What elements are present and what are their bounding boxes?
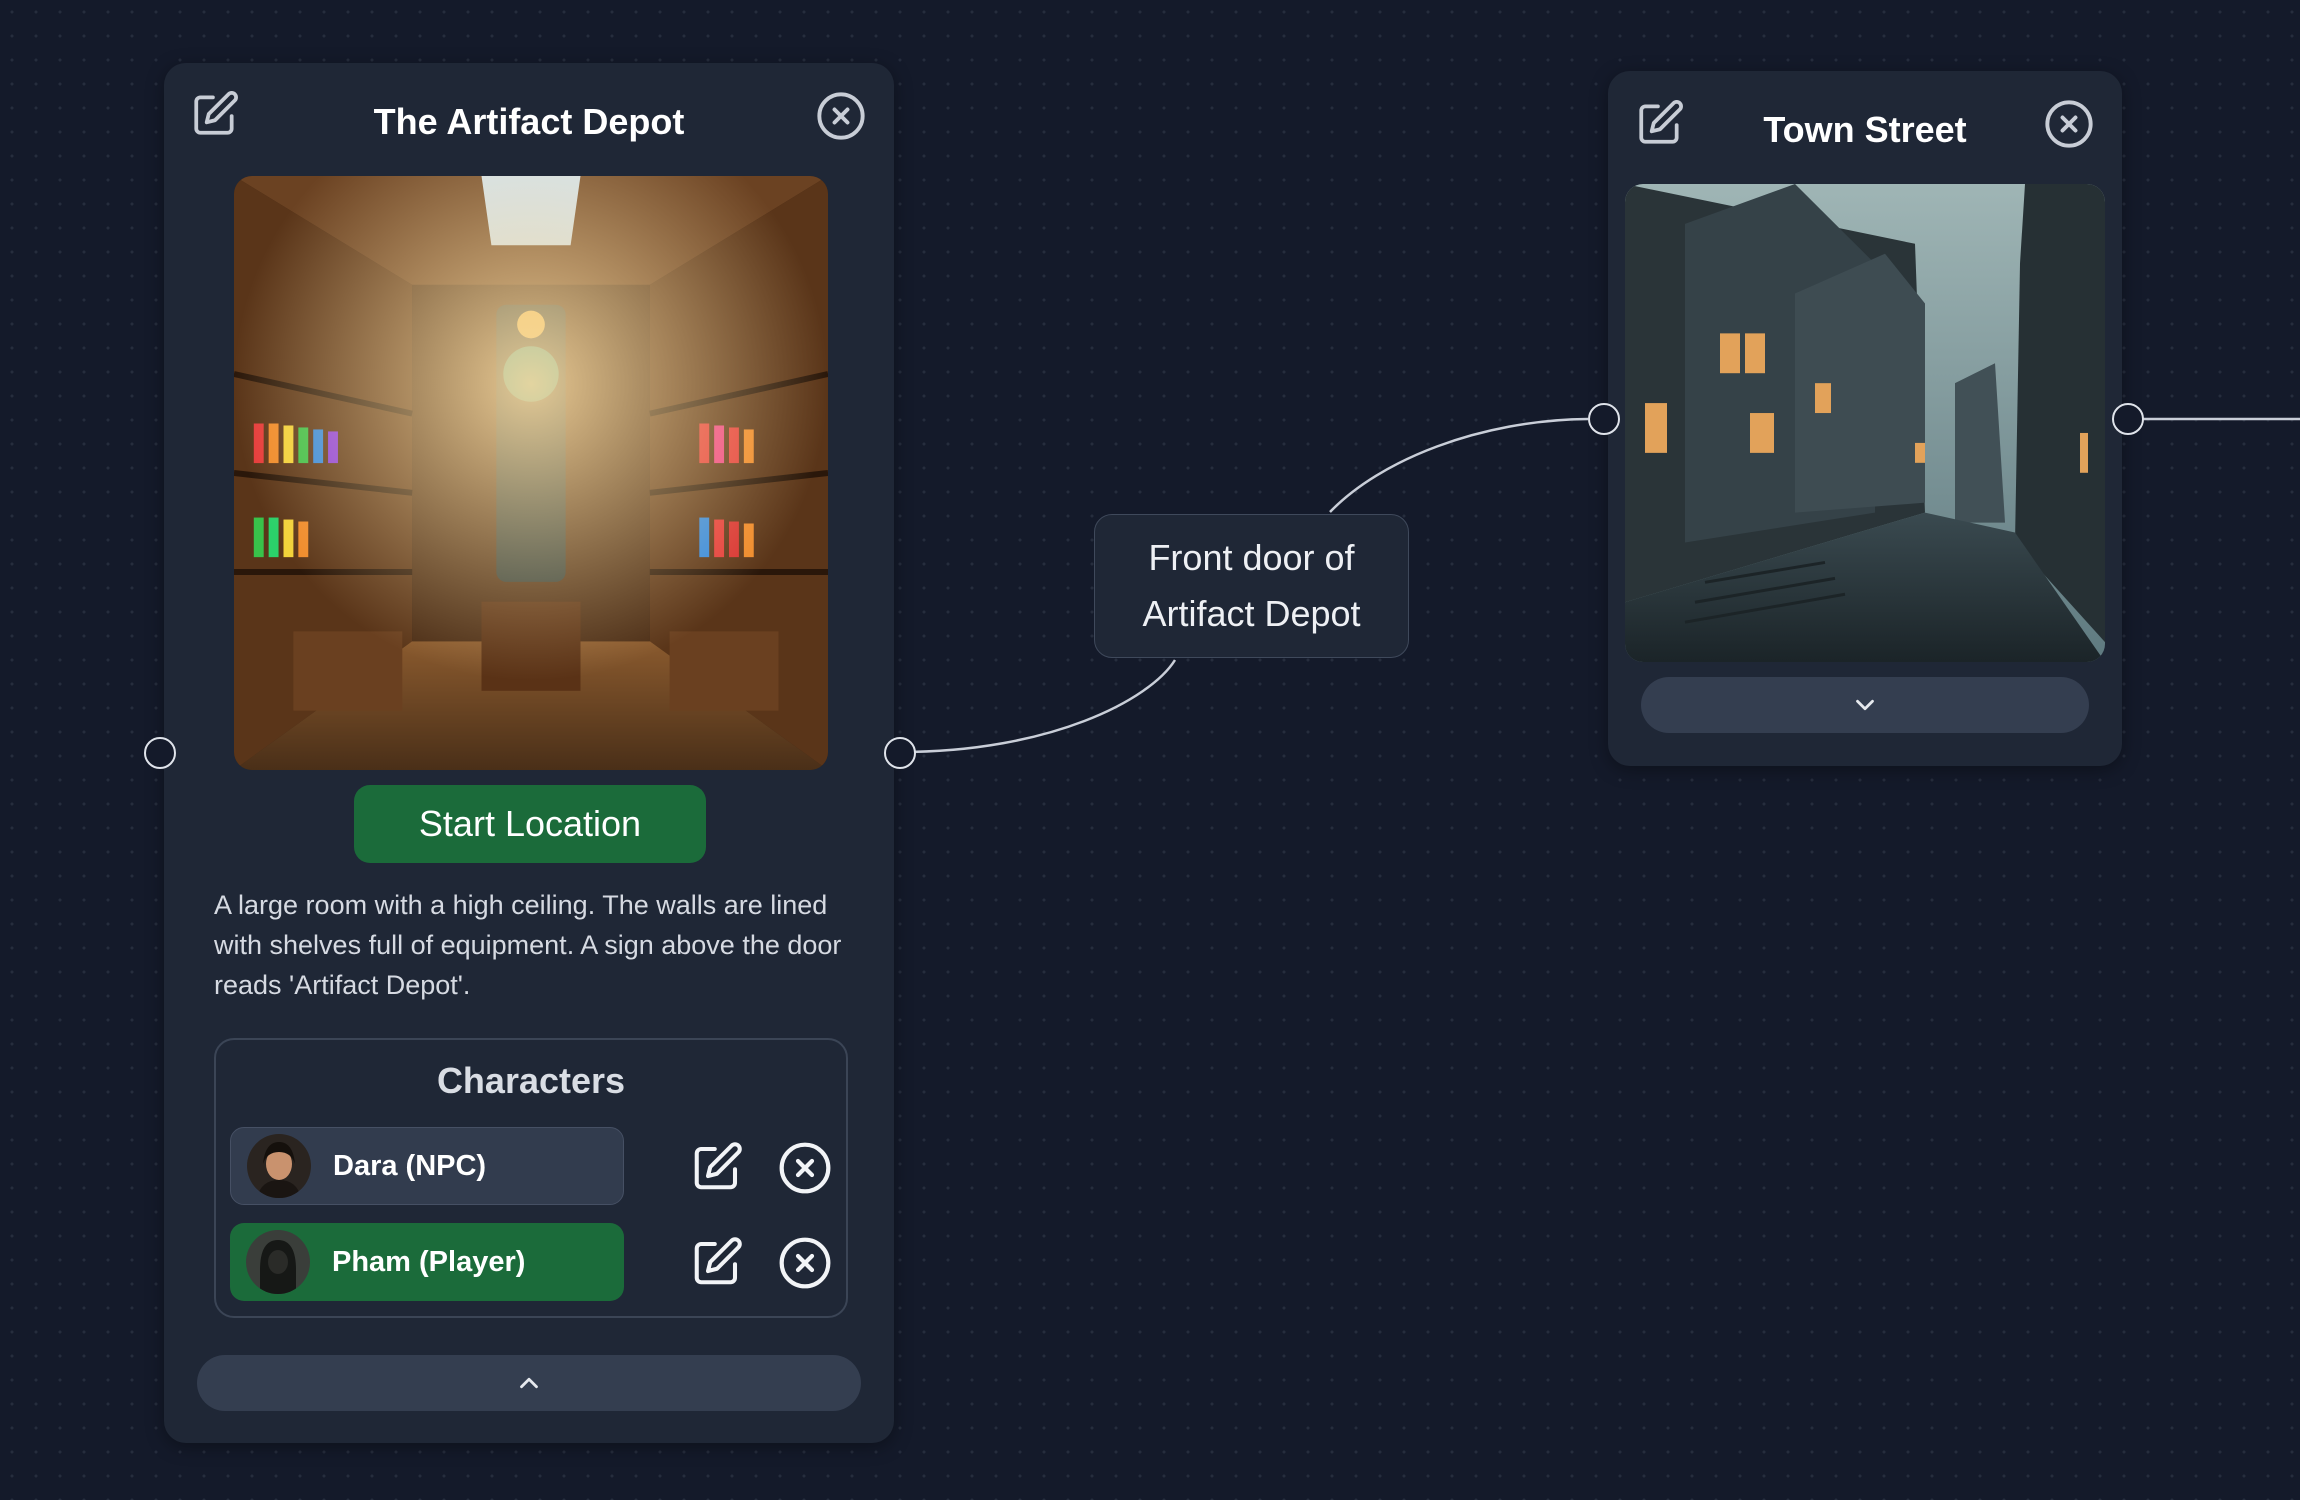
- connection-handle-left[interactable]: [1588, 403, 1620, 435]
- character-chip-dara[interactable]: Dara (NPC): [230, 1127, 624, 1205]
- character-chip-pham[interactable]: Pham (Player): [230, 1223, 624, 1301]
- connection-handle-right[interactable]: [2112, 403, 2144, 435]
- chevron-down-icon: [1856, 699, 1874, 711]
- remove-character-icon[interactable]: [777, 1140, 833, 1196]
- connection-handle-right[interactable]: [884, 737, 916, 769]
- start-location-button[interactable]: Start Location: [354, 785, 706, 863]
- location-node-town-street[interactable]: Town Street: [1588, 71, 2144, 766]
- character-name: Dara (NPC): [333, 1149, 487, 1182]
- location-image: [234, 176, 828, 770]
- connection-handle-left[interactable]: [144, 737, 176, 769]
- close-icon[interactable]: [2043, 98, 2095, 150]
- edit-character-icon[interactable]: [690, 1235, 744, 1289]
- location-node-artifact-depot[interactable]: The Artifact Depot Start Location A larg…: [144, 63, 916, 1443]
- character-name: Pham (Player): [332, 1245, 526, 1278]
- edge-label[interactable]: Front door of Artifact Depot: [1094, 514, 1409, 658]
- edit-character-icon[interactable]: [690, 1140, 744, 1194]
- remove-character-icon[interactable]: [777, 1235, 833, 1291]
- chevron-up-icon: [520, 1377, 538, 1389]
- expand-toggle[interactable]: [1641, 677, 2089, 733]
- collapse-toggle[interactable]: [197, 1355, 861, 1411]
- characters-panel: Characters Dara (NPC) Pham (Player): [214, 1038, 848, 1318]
- avatar: [246, 1230, 310, 1294]
- edge-depot-to-street-upper[interactable]: [1329, 417, 1589, 513]
- characters-heading: Characters: [436, 1060, 626, 1101]
- location-image: [1625, 184, 2105, 662]
- location-description: A large room with a high ceiling. The wa…: [214, 890, 842, 1000]
- avatar: [247, 1134, 311, 1198]
- node-title: The Artifact Depot: [373, 101, 685, 142]
- edge-depot-to-street[interactable]: [899, 659, 1177, 754]
- close-icon[interactable]: [815, 90, 867, 142]
